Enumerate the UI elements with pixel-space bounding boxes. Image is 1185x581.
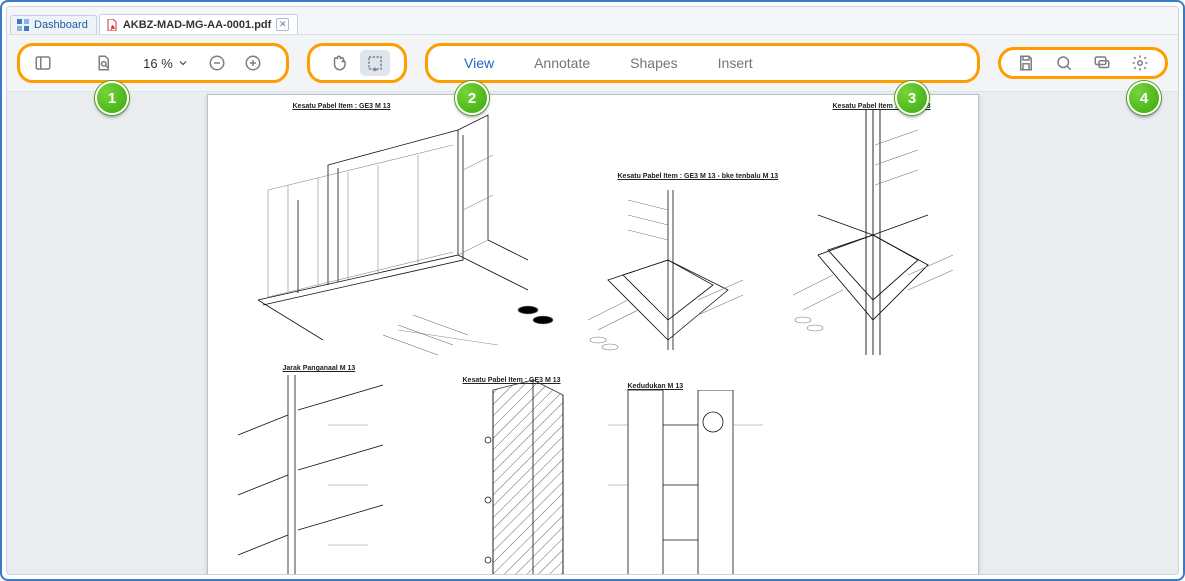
callout-1: 1 (95, 81, 129, 115)
mode-tabs: View Annotate Shapes Insert (442, 55, 963, 71)
search-button[interactable] (1049, 50, 1079, 76)
pan-tool-button[interactable] (324, 50, 354, 76)
callout-2: 2 (455, 81, 489, 115)
callout-3: 3 (895, 81, 929, 115)
mode-view[interactable]: View (464, 55, 494, 71)
toolbar-group-actions (998, 47, 1168, 79)
mode-insert[interactable]: Insert (718, 55, 753, 71)
chevron-down-icon (177, 57, 189, 69)
search-icon (1055, 54, 1073, 72)
toolbar-group-modes: View Annotate Shapes Insert (425, 43, 980, 83)
callout-4: 4 (1127, 81, 1161, 115)
document-page: Kesatu Pabel Item : GE3 M 13 Kesatu Pabe… (207, 94, 979, 574)
drawing-section-1 (228, 375, 408, 574)
comments-icon (1093, 54, 1111, 72)
sidebar-icon (34, 54, 52, 72)
save-button[interactable] (1011, 50, 1041, 76)
drawing-section-2 (438, 380, 588, 574)
toolbar-group-zoom: 16 % (17, 43, 289, 83)
settings-button[interactable] (1125, 50, 1155, 76)
zoom-level-button[interactable]: 16 % (136, 50, 196, 76)
gear-icon (1131, 54, 1149, 72)
save-icon (1017, 54, 1035, 72)
select-tool-button[interactable] (360, 50, 390, 76)
zoom-out-button[interactable] (202, 50, 232, 76)
hand-icon (330, 54, 348, 72)
zoom-out-icon (208, 54, 226, 72)
drawing-title: Kesatu Pabel Item : GE3 M 13 (293, 103, 391, 110)
pdf-icon (106, 19, 118, 31)
tab-dashboard-label: Dashboard (34, 19, 88, 31)
toggle-sidebar-button[interactable] (28, 50, 58, 76)
zoom-value-label: 16 % (143, 56, 173, 71)
drawing-title: Kedudukan M 13 (628, 383, 684, 390)
mode-annotate[interactable]: Annotate (534, 55, 590, 71)
page-search-icon (94, 54, 112, 72)
app-inner: Dashboard AKBZ-MAD-MG-AA-0001.pdf ✕ (6, 6, 1179, 575)
tab-dashboard[interactable]: Dashboard (10, 15, 97, 34)
drawing-title: Jarak Panganaal M 13 (283, 365, 356, 372)
toolbar-group-tool (307, 43, 407, 83)
zoom-in-icon (244, 54, 262, 72)
tab-document-label: AKBZ-MAD-MG-AA-0001.pdf (123, 19, 272, 31)
close-icon[interactable]: ✕ (276, 18, 289, 31)
find-in-page-button[interactable] (88, 50, 118, 76)
toolbar: 16 % 1 (7, 35, 1178, 92)
tab-document[interactable]: AKBZ-MAD-MG-AA-0001.pdf ✕ (99, 14, 299, 34)
window-tabstrip: Dashboard AKBZ-MAD-MG-AA-0001.pdf ✕ (7, 7, 1178, 35)
grid-icon (17, 19, 29, 31)
zoom-in-button[interactable] (238, 50, 268, 76)
selection-icon (366, 54, 384, 72)
drawing-title: Kesatu Pabel Item : GE3 M 13 - bke tenba… (618, 173, 779, 180)
drawing-iso-left (228, 110, 558, 360)
drawing-section-3 (608, 390, 768, 574)
app-frame: Dashboard AKBZ-MAD-MG-AA-0001.pdf ✕ (0, 0, 1185, 581)
drawing-detail-center (568, 180, 768, 360)
mode-shapes[interactable]: Shapes (630, 55, 677, 71)
comments-button[interactable] (1087, 50, 1117, 76)
drawing-iso-right (768, 105, 978, 365)
document-viewer[interactable]: Kesatu Pabel Item : GE3 M 13 Kesatu Pabe… (7, 92, 1178, 574)
